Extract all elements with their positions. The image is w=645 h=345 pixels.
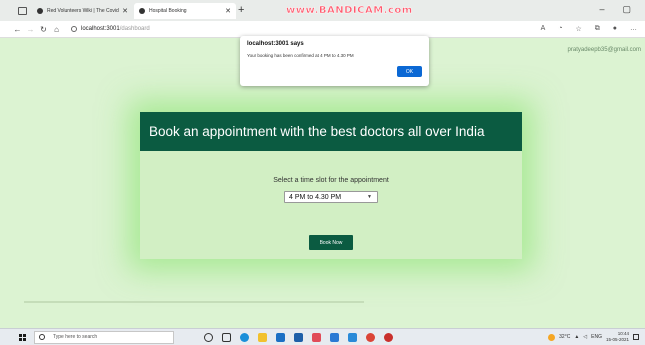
forward-icon[interactable]: → [24, 25, 37, 34]
search-placeholder: Type here to search [53, 334, 98, 340]
taskbar-search[interactable]: Type here to search [34, 330, 174, 344]
edge-icon[interactable] [240, 332, 249, 342]
horizontal-scrollbar[interactable] [24, 301, 364, 303]
browser-toolbar: A ◔ ☆ ⧉ ● … [541, 25, 637, 33]
window-menu-icon[interactable] [18, 6, 27, 15]
more-icon[interactable]: … [630, 25, 637, 33]
record-icon[interactable] [384, 332, 393, 342]
tab-hospital-booking[interactable]: Hospital Booking ✕ [134, 3, 236, 19]
clock-date: 15-05-2021 [605, 337, 629, 342]
browser-tab-strip: Red Volunteers Wiki | The Covid ✕ Hospit… [0, 0, 645, 21]
taskbar: Type here to search 32°C ▲ ◁ ENG 10:44 1… [0, 328, 645, 345]
recording-watermark: www.BANDICAM.com [286, 5, 413, 16]
tab-favicon-icon [139, 8, 145, 14]
site-info-icon[interactable] [71, 26, 77, 32]
home-icon[interactable]: ⌂ [50, 25, 63, 34]
tab-favicon-icon [37, 8, 43, 14]
windows-start-icon[interactable] [19, 333, 26, 341]
tab-red-volunteers[interactable]: Red Volunteers Wiki | The Covid ✕ [32, 3, 133, 19]
back-icon[interactable]: ← [11, 25, 24, 34]
extensions-icon[interactable]: ◔ [558, 25, 562, 33]
url-host: localhost:3001 [81, 26, 120, 32]
system-tray: 32°C ▲ ◁ ENG 10:44 15-05-2021 [548, 331, 639, 343]
network-icon[interactable]: ▲ [574, 334, 579, 340]
selected-slot: 4 PM to 4.30 PM [289, 193, 342, 201]
minimize-icon[interactable]: – [599, 4, 604, 15]
cortana-icon[interactable] [204, 332, 213, 342]
book-now-button[interactable]: Book Now [309, 235, 353, 250]
file-explorer-icon[interactable] [258, 332, 267, 342]
store-icon[interactable] [276, 332, 285, 342]
tab-title: Hospital Booking [149, 8, 187, 14]
favorites-icon[interactable]: ☆ [575, 25, 581, 33]
ok-button[interactable]: OK [397, 66, 422, 77]
user-email: pratyadeepb35@gmail.com [567, 47, 641, 53]
task-view-icon[interactable] [222, 332, 231, 342]
url-field[interactable]: localhost:3001 /dashboard [71, 26, 150, 32]
time-slot-select[interactable]: 4 PM to 4.30 PM ▼ [284, 191, 378, 203]
new-tab-icon[interactable]: + [238, 4, 244, 16]
taskbar-apps [204, 332, 393, 342]
close-tab-icon[interactable]: ✕ [225, 7, 231, 15]
chrome-icon[interactable] [366, 332, 375, 342]
card-body: Select a time slot for the appointment 4… [140, 151, 522, 259]
language-indicator[interactable]: ENG [591, 334, 602, 340]
app-blue-icon[interactable] [330, 332, 339, 342]
vscode-icon[interactable] [348, 332, 357, 342]
restore-icon[interactable]: ▢ [622, 4, 631, 15]
weather-icon[interactable] [548, 333, 556, 341]
alert-message: Your booking has been confirmed at 4 PM … [247, 53, 354, 58]
booking-card: Book an appointment with the best doctor… [140, 112, 522, 259]
close-tab-icon[interactable]: ✕ [122, 7, 128, 15]
clock[interactable]: 10:44 15-05-2021 [606, 331, 629, 343]
temperature: 32°C [559, 334, 571, 340]
volume-icon[interactable]: ◁ [583, 334, 587, 340]
read-aloud-icon[interactable]: A [541, 25, 546, 33]
card-heading: Book an appointment with the best doctor… [140, 112, 522, 151]
pocket-icon[interactable] [312, 332, 321, 342]
alert-title: localhost:3001 says [247, 41, 304, 47]
chevron-down-icon: ▼ [367, 194, 372, 200]
profile-icon[interactable]: ● [613, 25, 617, 33]
search-icon [39, 334, 45, 340]
refresh-icon[interactable]: ↻ [37, 25, 50, 34]
mail-icon[interactable] [294, 332, 303, 342]
collections-icon[interactable]: ⧉ [595, 25, 600, 33]
tab-title: Red Volunteers Wiki | The Covid [47, 8, 119, 14]
alert-dialog: localhost:3001 says Your booking has bee… [240, 36, 429, 86]
slot-label: Select a time slot for the appointment [273, 177, 389, 184]
window-controls: – ▢ [599, 4, 631, 15]
notification-icon[interactable] [633, 334, 639, 340]
url-path: /dashboard [119, 26, 150, 32]
